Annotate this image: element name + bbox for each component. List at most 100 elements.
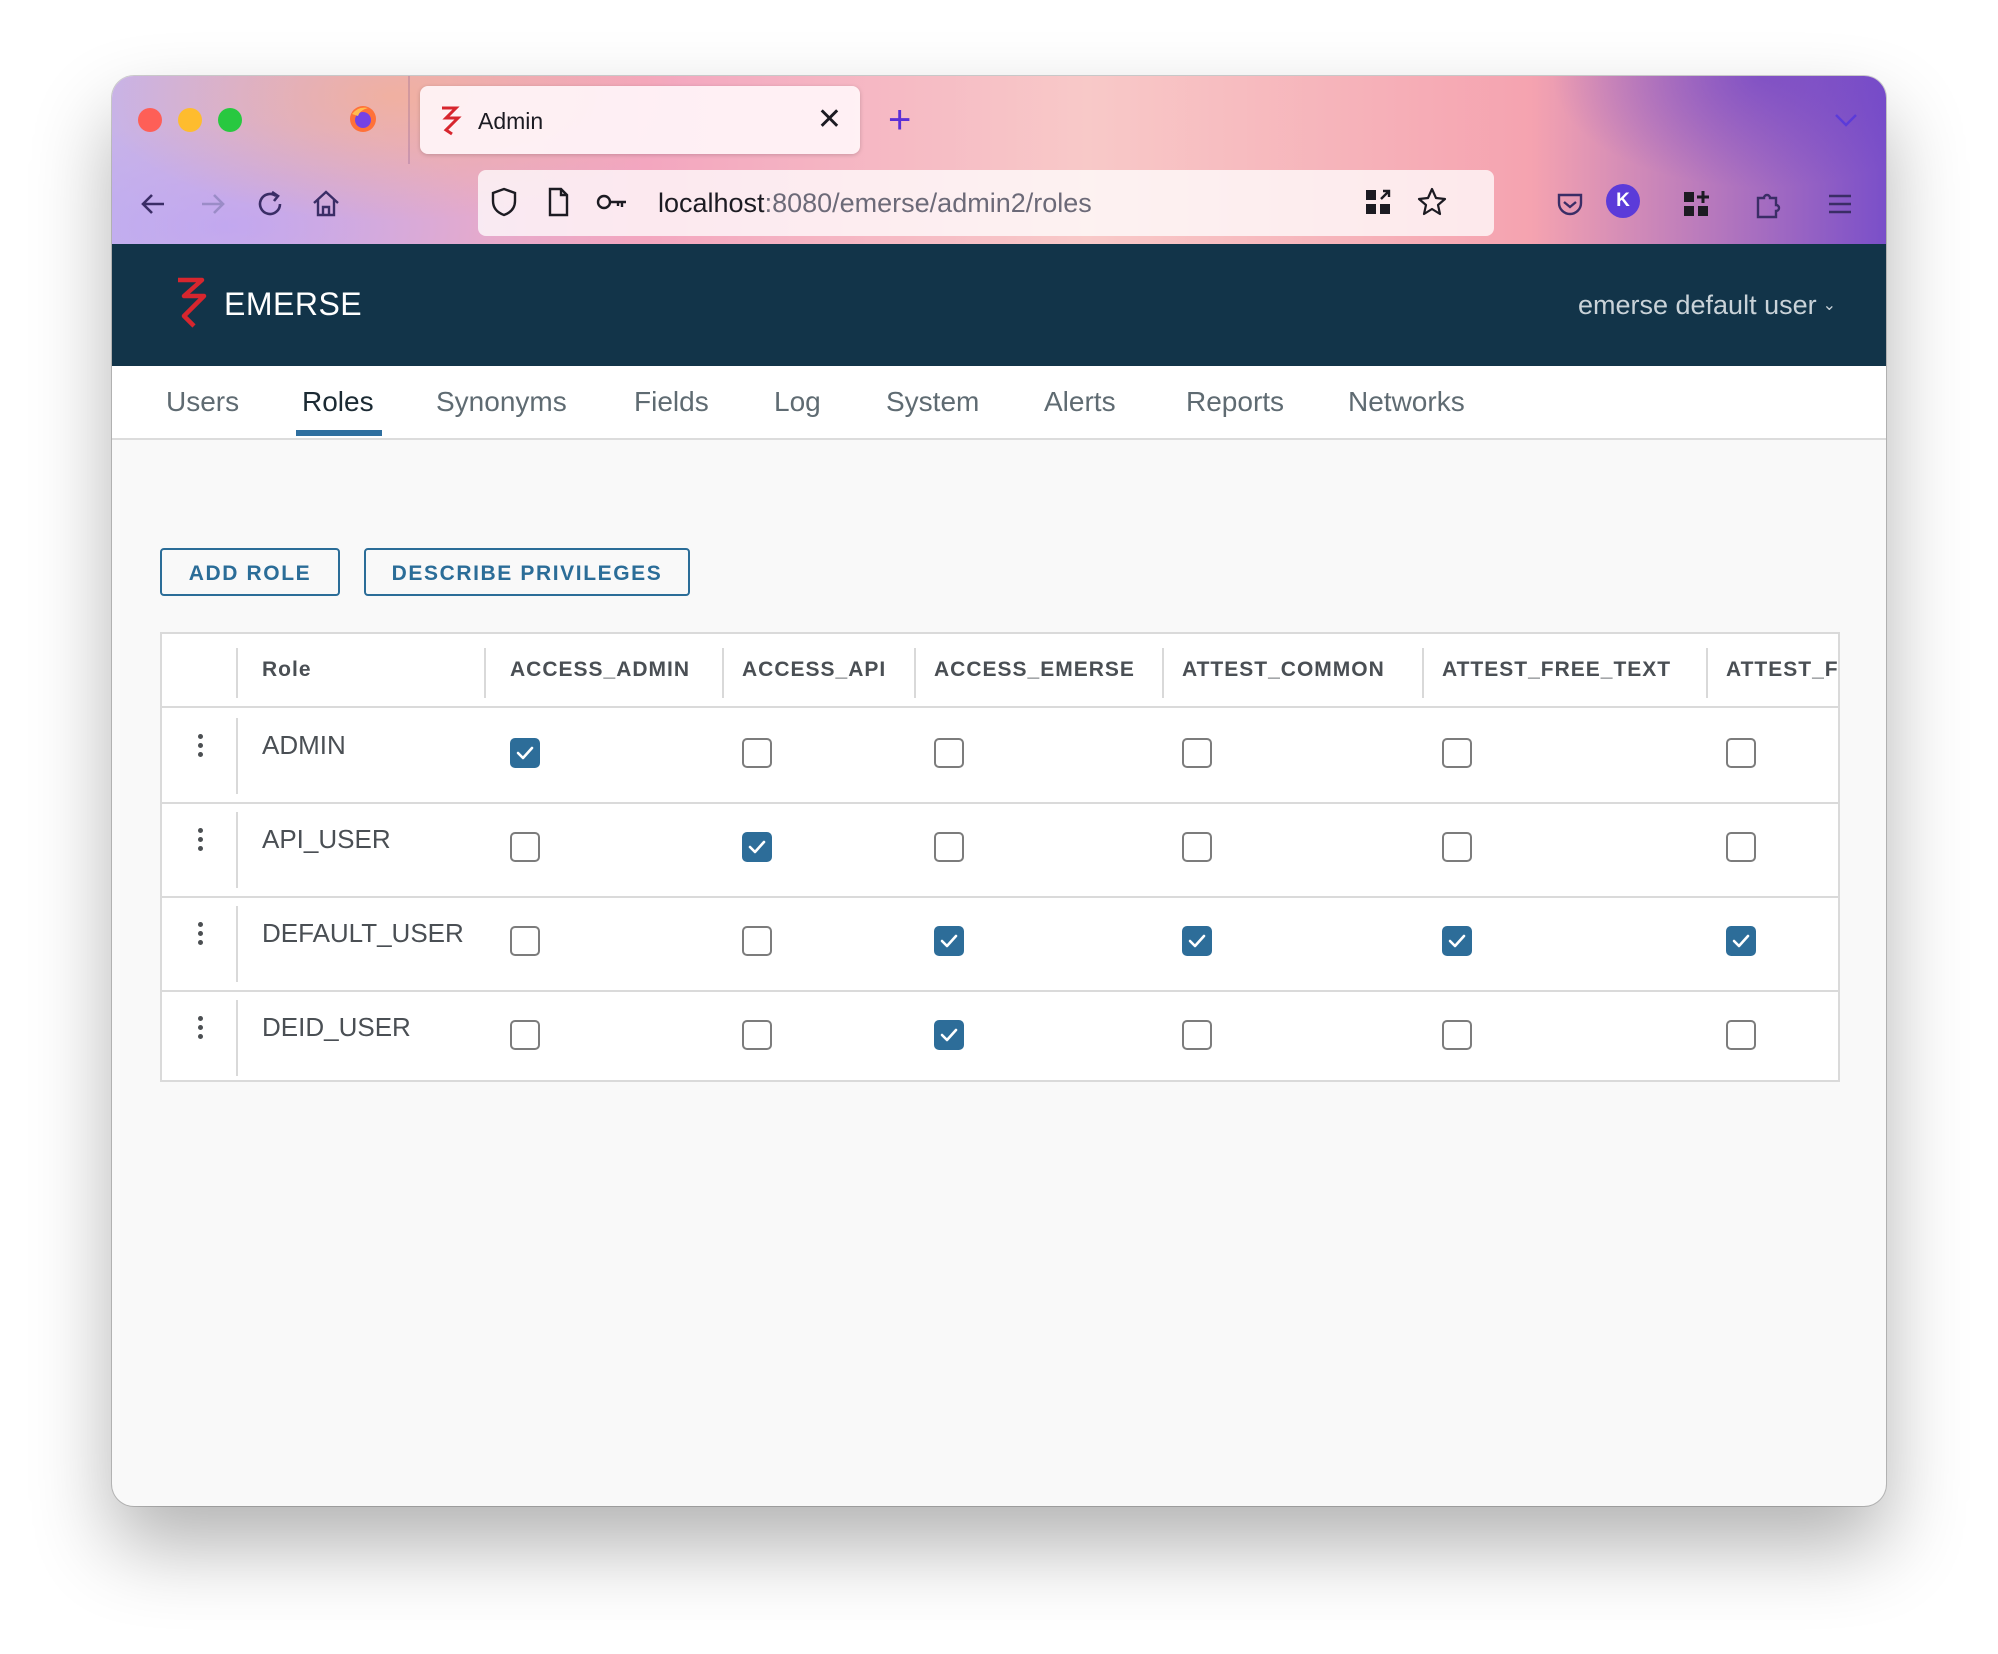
add-role-button[interactable]: ADD ROLE [160, 548, 340, 596]
browser-tab-admin[interactable]: Admin ✕ [420, 86, 860, 154]
address-bar[interactable]: localhost:8080/emerse/admin2/roles [478, 170, 1494, 236]
key-icon[interactable] [594, 184, 630, 220]
hamburger-menu-icon[interactable] [1820, 184, 1860, 224]
privilege-checkbox[interactable] [1442, 738, 1472, 768]
puzzle-extension-icon[interactable] [1748, 184, 1788, 224]
page-icon[interactable] [540, 184, 576, 220]
tab-synonyms[interactable]: Synonyms [436, 386, 567, 418]
privilege-checkbox[interactable] [934, 926, 964, 956]
column-header-attest-free-text[interactable]: ATTEST_FREE_TEXT [1442, 658, 1671, 682]
privilege-checkbox[interactable] [1726, 926, 1756, 956]
privilege-checkbox[interactable] [510, 926, 540, 956]
column-separator[interactable] [722, 648, 724, 698]
column-separator[interactable] [1422, 648, 1424, 698]
column-header-access-admin[interactable]: ACCESS_ADMIN [510, 658, 690, 682]
brand-name[interactable]: EMERSE [224, 286, 362, 323]
privilege-checkbox[interactable] [1442, 926, 1472, 956]
app-header: EMERSE emerse default user ⌄ [112, 244, 1886, 366]
privilege-checkbox[interactable] [1182, 926, 1212, 956]
column-header-role[interactable]: Role [262, 658, 312, 682]
table-row: DEFAULT_USER [162, 896, 1838, 992]
emerse-favicon-icon [442, 106, 462, 136]
minimize-window-button[interactable] [178, 108, 202, 132]
column-header-access-api[interactable]: ACCESS_API [742, 658, 886, 682]
privilege-checkbox[interactable] [1726, 832, 1756, 862]
row-actions-kebab-icon[interactable] [192, 730, 208, 770]
describe-privileges-button[interactable]: DESCRIBE PRIVILEGES [364, 548, 690, 596]
tab-separator [408, 76, 410, 164]
user-menu[interactable]: emerse default user ⌄ [1578, 290, 1836, 321]
new-tab-button[interactable]: + [888, 90, 911, 150]
tab-roles[interactable]: Roles [302, 386, 374, 418]
user-name: emerse default user [1577, 290, 1817, 320]
admin-tabs: Users Roles Synonyms Fields Log System A… [112, 366, 1886, 440]
roles-table: Role ACCESS_ADMIN ACCESS_API ACCESS_EMER… [160, 632, 1840, 1082]
privilege-checkbox[interactable] [1182, 738, 1212, 768]
row-separator [236, 906, 238, 982]
privilege-checkbox[interactable] [510, 832, 540, 862]
column-separator [236, 648, 238, 698]
close-tab-icon[interactable]: ✕ [817, 100, 842, 140]
bookmark-star-icon[interactable] [1414, 184, 1450, 220]
privilege-checkbox[interactable] [934, 832, 964, 862]
active-tab-indicator [296, 430, 382, 436]
tab-users[interactable]: Users [166, 386, 239, 418]
zoom-window-button[interactable] [218, 108, 242, 132]
table-header: Role ACCESS_ADMIN ACCESS_API ACCESS_EMER… [162, 634, 1838, 708]
back-arrow-icon[interactable] [134, 184, 174, 224]
column-separator[interactable] [1162, 648, 1164, 698]
tab-log[interactable]: Log [774, 386, 821, 418]
tab-title: Admin [478, 108, 544, 134]
row-actions-kebab-icon[interactable] [192, 918, 208, 958]
tab-strip: Admin ✕ + [112, 76, 1886, 164]
role-name: DEID_USER [262, 1012, 411, 1042]
close-window-button[interactable] [138, 108, 162, 132]
privilege-checkbox[interactable] [510, 1020, 540, 1050]
privilege-checkbox[interactable] [1726, 738, 1756, 768]
extensions-grid-icon[interactable] [1676, 184, 1716, 224]
tab-networks[interactable]: Networks [1348, 386, 1465, 418]
row-actions-kebab-icon[interactable] [192, 1012, 208, 1052]
privilege-checkbox[interactable] [1182, 1020, 1212, 1050]
navigation-toolbar: localhost:8080/emerse/admin2/roles K [112, 164, 1886, 244]
column-separator[interactable] [914, 648, 916, 698]
column-header-attest-common[interactable]: ATTEST_COMMON [1182, 658, 1385, 682]
row-actions-kebab-icon[interactable] [192, 824, 208, 864]
browser-chrome: Admin ✕ + localhost:8080/emerse/admin2/r… [112, 76, 1886, 244]
reload-icon[interactable] [250, 184, 290, 224]
url-text[interactable]: localhost:8080/emerse/admin2/roles [658, 188, 1092, 219]
qr-code-icon[interactable] [1360, 184, 1396, 220]
forward-arrow-icon[interactable] [192, 184, 232, 224]
tab-alerts[interactable]: Alerts [1044, 386, 1116, 418]
privilege-checkbox[interactable] [1442, 832, 1472, 862]
profile-avatar[interactable]: K [1606, 184, 1640, 218]
column-header-attest-truncated[interactable]: ATTEST_F [1726, 658, 1838, 682]
privilege-checkbox[interactable] [742, 832, 772, 862]
column-header-access-emerse[interactable]: ACCESS_EMERSE [934, 658, 1135, 682]
table-row: ADMIN [162, 708, 1838, 804]
column-separator[interactable] [484, 648, 486, 698]
privilege-checkbox[interactable] [510, 738, 540, 768]
privilege-checkbox[interactable] [742, 1020, 772, 1050]
privilege-checkbox[interactable] [934, 738, 964, 768]
tab-fields[interactable]: Fields [634, 386, 709, 418]
privilege-checkbox[interactable] [1726, 1020, 1756, 1050]
role-name: ADMIN [262, 730, 346, 760]
row-separator [236, 1000, 238, 1076]
row-separator [236, 812, 238, 888]
browser-window: Admin ✕ + localhost:8080/emerse/admin2/r… [112, 76, 1886, 1506]
privilege-checkbox[interactable] [742, 926, 772, 956]
tab-reports[interactable]: Reports [1186, 386, 1284, 418]
privilege-checkbox[interactable] [1182, 832, 1212, 862]
emerse-logo-icon[interactable] [172, 272, 214, 332]
tab-system[interactable]: System [886, 386, 979, 418]
privilege-checkbox[interactable] [1442, 1020, 1472, 1050]
home-icon[interactable] [306, 184, 346, 224]
privilege-checkbox[interactable] [742, 738, 772, 768]
chevron-down-icon[interactable] [1828, 102, 1864, 138]
pocket-icon[interactable] [1550, 184, 1590, 224]
privilege-checkbox[interactable] [934, 1020, 964, 1050]
firefox-icon[interactable] [348, 104, 378, 134]
column-separator[interactable] [1706, 648, 1708, 698]
shield-icon[interactable] [486, 184, 522, 220]
